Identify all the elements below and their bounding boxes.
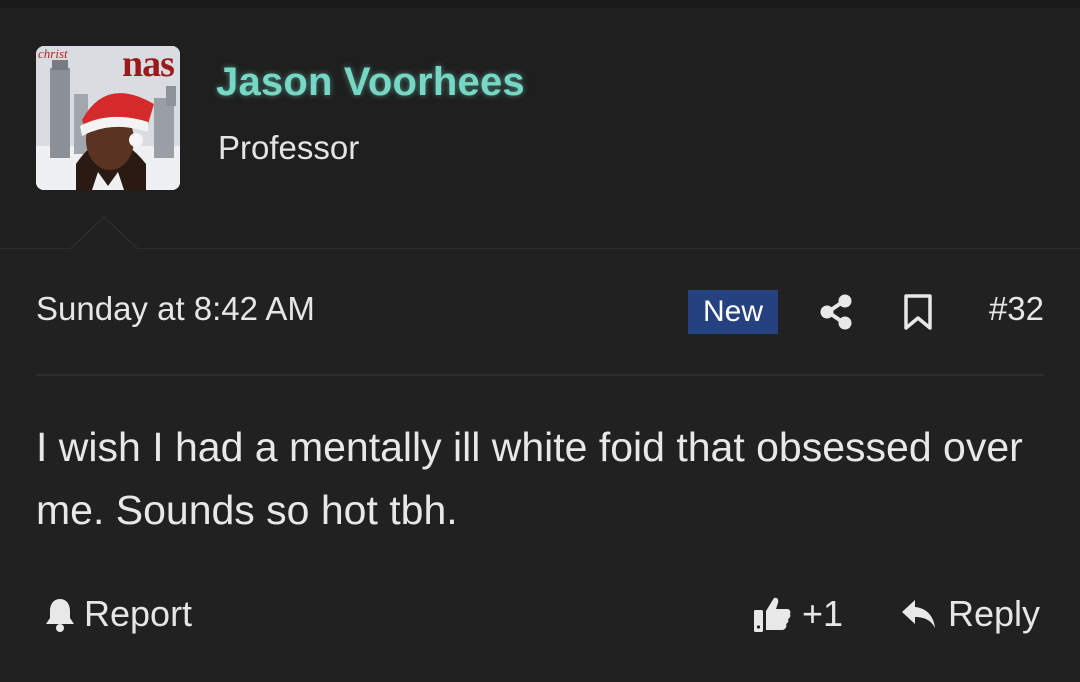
message-pointer — [70, 218, 138, 250]
post-header: Sunday at 8:42 AM New #32 — [36, 282, 1044, 342]
reply-label: Reply — [947, 593, 1040, 634]
new-badge: New — [688, 290, 778, 334]
avatar-logo: nas — [122, 46, 175, 85]
report-label: Report — [84, 593, 193, 634]
header-divider — [36, 374, 1044, 376]
avatar-caption: christ — [38, 46, 68, 61]
top-strip — [0, 0, 1080, 8]
post-timestamp[interactable]: Sunday at 8:42 AM — [36, 290, 315, 328]
user-title: Professor — [218, 129, 360, 166]
share-icon[interactable] — [816, 292, 856, 332]
like-count: +1 — [802, 593, 844, 634]
bell-icon — [46, 599, 74, 632]
like-button[interactable]: +1 — [752, 590, 843, 638]
avatar[interactable]: christ nas — [36, 46, 180, 190]
reply-arrow-icon — [901, 600, 935, 628]
post-body: I wish I had a mentally ill white foid t… — [36, 424, 1023, 533]
user-block: christ nas Jason Voorhees Professor — [0, 8, 1080, 249]
bookmark-icon[interactable] — [900, 292, 936, 332]
report-button[interactable]: Report — [44, 590, 192, 638]
thumbs-up-icon — [754, 597, 791, 632]
reply-button[interactable]: Reply — [900, 590, 1040, 638]
post-footer: Report +1 Reply — [36, 588, 1044, 640]
post-number[interactable]: #32 — [989, 290, 1044, 328]
username[interactable]: Jason Voorhees — [216, 60, 525, 105]
